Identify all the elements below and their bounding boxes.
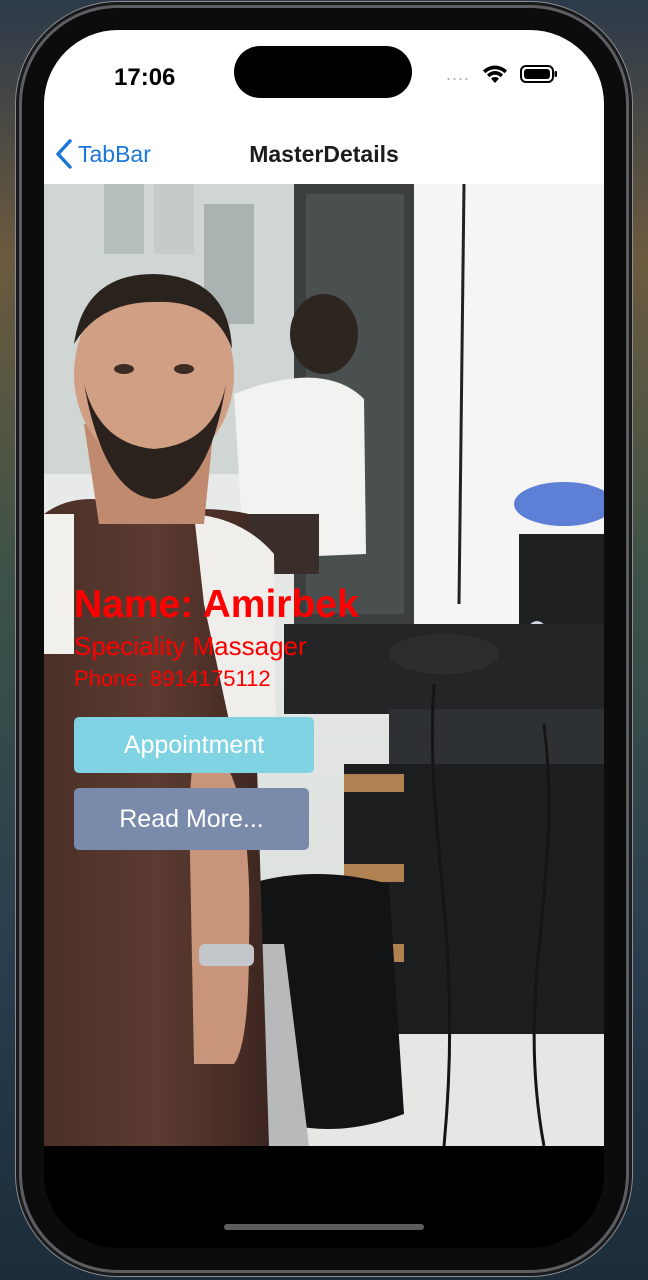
- wifi-icon: [483, 65, 507, 83]
- appointment-button[interactable]: Appointment: [74, 717, 314, 773]
- master-name: Name: Amirbek: [74, 583, 359, 626]
- page-title: MasterDetails: [249, 141, 399, 167]
- status-bar: 17:06 ....: [44, 30, 604, 130]
- status-icons: ....: [446, 64, 558, 84]
- master-speciality: Speciality Massager: [74, 631, 307, 661]
- master-phone: Phone: 8914175112: [74, 666, 271, 691]
- signal-icon: ....: [445, 64, 470, 84]
- phone-frame: 17:06 .... TabBar MasterDetails Name: Am…: [22, 8, 626, 1270]
- battery-icon: [520, 65, 557, 83]
- dynamic-island: [234, 46, 412, 98]
- master-photo: Name: Amirbek Speciality Massager Phone:…: [44, 184, 604, 1146]
- phone-screen: 17:06 .... TabBar MasterDetails Name: Am…: [44, 30, 604, 1248]
- bottom-safe-area: [44, 1146, 604, 1248]
- read-more-button[interactable]: Read More...: [74, 788, 309, 850]
- master-info: Name: Amirbek Speciality Massager Phone:…: [74, 582, 359, 694]
- home-indicator[interactable]: [224, 1224, 424, 1230]
- status-time: 17:06: [114, 64, 176, 91]
- navigation-bar: TabBar MasterDetails: [44, 130, 604, 184]
